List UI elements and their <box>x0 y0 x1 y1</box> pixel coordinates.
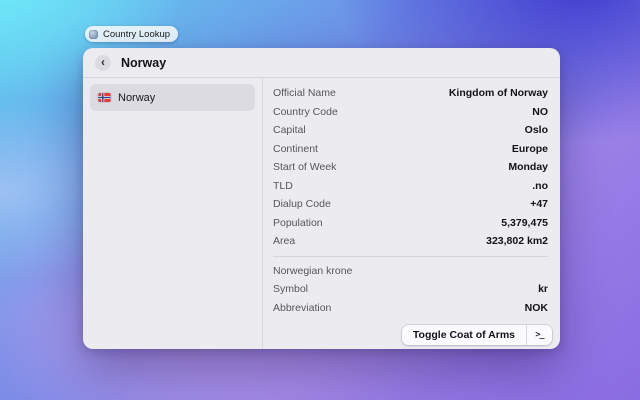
app-pill-label: Country Lookup <box>103 28 171 40</box>
detail-label: Abbreviation <box>273 301 332 314</box>
sidebar: Norway <box>83 78 263 349</box>
window-body: Norway Official Name Kingdom of Norway C… <box>83 78 560 349</box>
window-header: ‹ Norway <box>83 48 560 78</box>
detail-value: 5,379,475 <box>501 216 548 229</box>
app-title-pill[interactable]: Country Lookup <box>85 26 179 42</box>
sidebar-item-norway[interactable]: Norway <box>90 84 255 111</box>
detail-label: Country Code <box>273 105 338 118</box>
toggle-coat-of-arms-button[interactable]: Toggle Coat of Arms <box>402 325 526 345</box>
detail-label: Symbol <box>273 283 309 296</box>
detail-row: Continent Europe <box>273 140 548 159</box>
detail-value: +47 <box>530 198 548 211</box>
norway-flag-icon <box>98 93 111 102</box>
detail-value: Kingdom of Norway <box>448 87 548 100</box>
detail-row: Capital Oslo <box>273 121 548 140</box>
detail-row: Dialup Code +47 <box>273 195 548 214</box>
terminal-prompt-icon: >_ <box>535 330 544 340</box>
detail-value: NOK <box>524 301 548 314</box>
window-title: Norway <box>121 55 167 70</box>
detail-label: TLD <box>273 179 293 192</box>
currency-section-title-row: Norwegian krone <box>273 262 548 281</box>
detail-label: Dialup Code <box>273 198 331 211</box>
back-button[interactable]: ‹ <box>95 54 111 71</box>
detail-row: Abbreviation NOK <box>273 299 548 318</box>
detail-value: kr <box>538 283 548 296</box>
detail-row: Area 323,802 km2 <box>273 232 548 251</box>
detail-row: Start of Week Monday <box>273 158 548 177</box>
detail-value: .no <box>532 179 548 192</box>
detail-label: Official Name <box>273 87 336 100</box>
terminal-button[interactable]: >_ <box>526 325 552 345</box>
detail-row: Country Code NO <box>273 103 548 122</box>
detail-value: 323,802 km2 <box>486 235 548 248</box>
detail-row: Population 5,379,475 <box>273 214 548 233</box>
detail-value: Europe <box>511 142 548 155</box>
detail-value: Monday <box>508 161 548 174</box>
app-icon <box>89 29 98 39</box>
detail-label: Population <box>273 216 323 229</box>
footer-button-group: Toggle Coat of Arms >_ <box>401 325 552 345</box>
sidebar-item-label: Norway <box>118 91 156 104</box>
detail-label: Start of Week <box>273 161 337 174</box>
detail-label: Capital <box>273 124 306 137</box>
detail-row: TLD .no <box>273 177 548 196</box>
detail-row: Official Name Kingdom of Norway <box>273 84 548 103</box>
details-panel: Official Name Kingdom of Norway Country … <box>263 78 560 349</box>
detail-label: Area <box>273 235 296 248</box>
detail-row: Symbol kr <box>273 280 548 299</box>
detail-value: NO <box>532 105 548 118</box>
section-divider <box>273 255 548 257</box>
app-window: ‹ Norway Norway Official Name Kingdom of… <box>83 48 560 349</box>
desktop-background: Country Lookup ‹ Norway Norway Official … <box>0 0 640 400</box>
detail-value: Oslo <box>524 124 548 137</box>
currency-section-title: Norwegian krone <box>273 264 353 277</box>
detail-label: Continent <box>273 142 318 155</box>
chevron-left-icon: ‹ <box>101 54 105 69</box>
